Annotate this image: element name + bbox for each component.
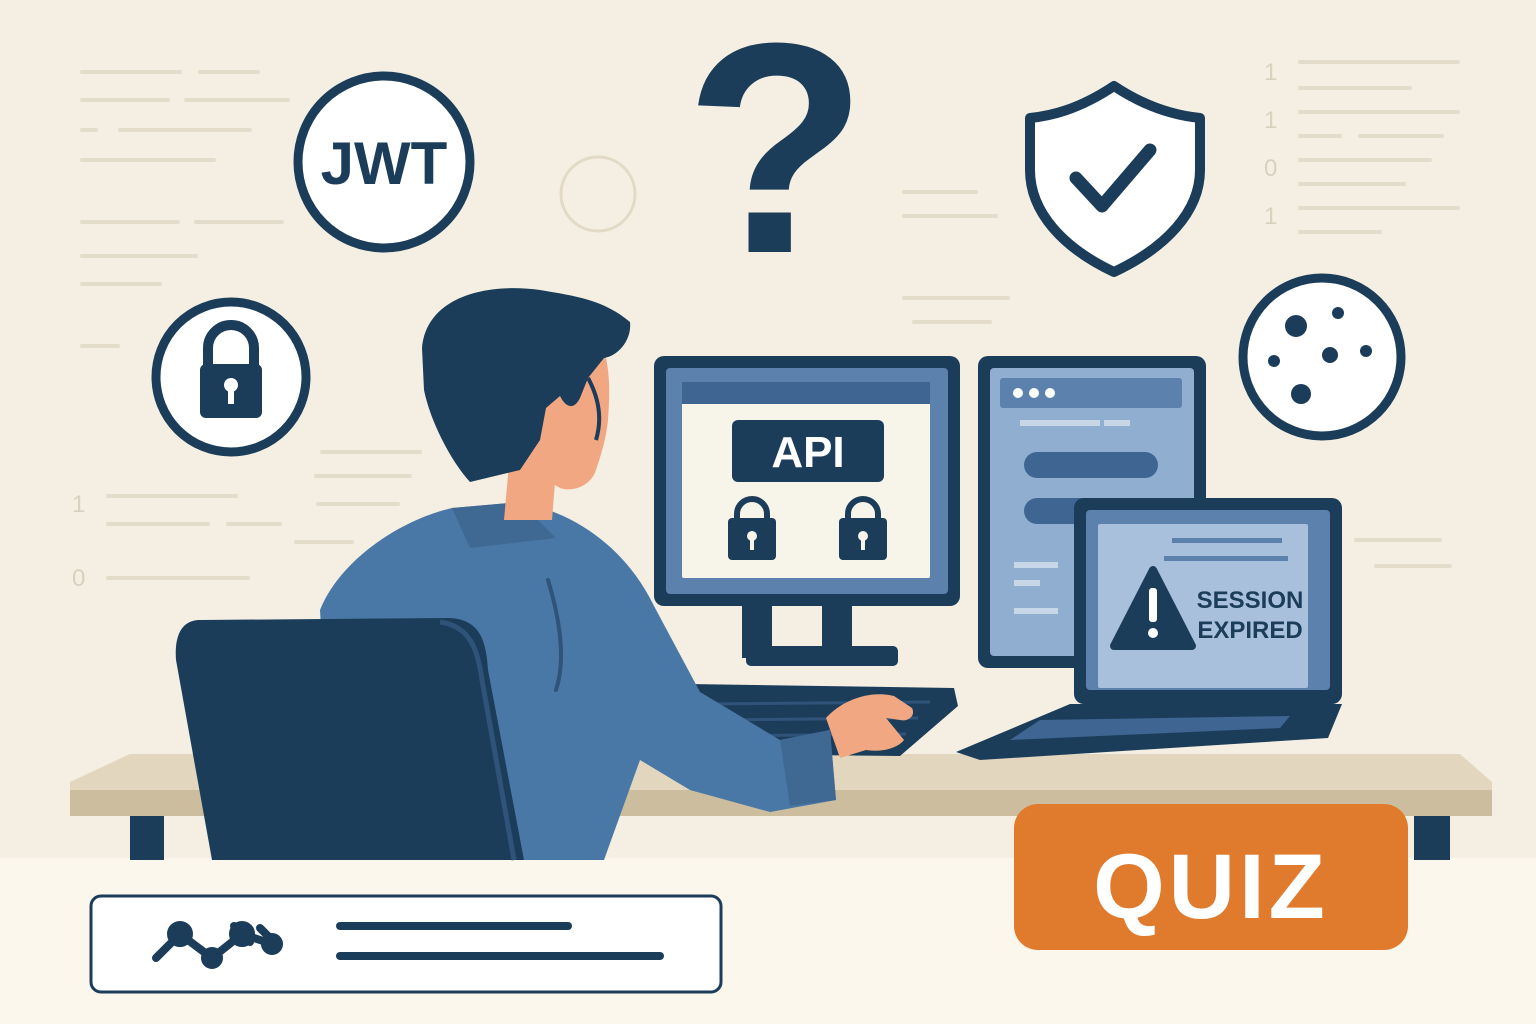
svg-text:?: ?	[684, 0, 867, 316]
lock-icon	[151, 297, 311, 457]
footer-card	[89, 894, 723, 994]
cookie-icon	[1238, 273, 1406, 441]
illustration-scene: 1 1 0 1 1 0 JWT ? API SESSION EXPIRED QU…	[0, 0, 1536, 1024]
session-text: SESSION	[1197, 587, 1304, 614]
svg-text:1: 1	[72, 491, 85, 518]
expired-text: EXPIRED	[1197, 617, 1302, 644]
svg-text:1: 1	[1264, 107, 1277, 134]
api-label: API	[771, 428, 844, 477]
svg-text:0: 0	[72, 565, 85, 592]
office-chair	[175, 618, 525, 861]
svg-text:0: 0	[1264, 155, 1277, 182]
svg-text:1: 1	[1264, 203, 1277, 230]
quiz-label: QUIZ	[1093, 836, 1329, 938]
question-mark-icon: ?	[684, 0, 867, 316]
quiz-badge: QUIZ	[1014, 804, 1408, 950]
jwt-icon: JWT	[293, 71, 475, 253]
svg-text:1: 1	[1264, 59, 1277, 86]
jwt-label: JWT	[321, 130, 448, 197]
